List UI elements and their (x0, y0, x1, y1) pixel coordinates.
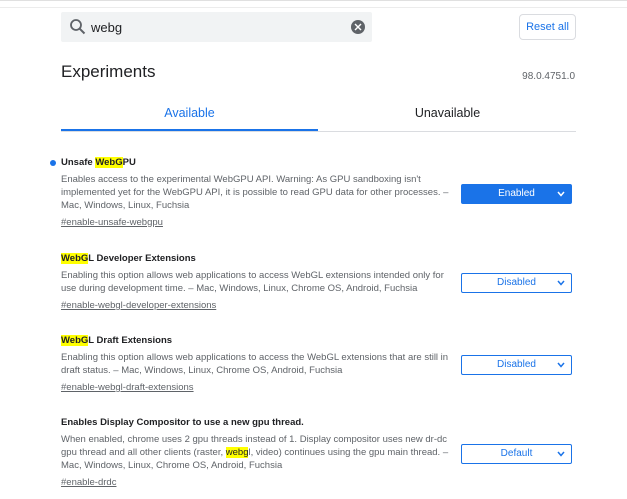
experiment-description: Enables access to the experimental WebGP… (61, 174, 449, 211)
experiment-unsafe-webgpu: Unsafe WebGPU Enables access to the expe… (61, 156, 576, 230)
experiment-permalink[interactable]: #enable-drdc (61, 476, 116, 489)
search-icon (70, 19, 86, 35)
experiment-description: When enabled, chrome uses 2 gpu threads … (61, 434, 449, 471)
flags-page: Reset all Experiments 98.0.4751.0 Availa… (0, 0, 627, 499)
experiment-enable-drdc: Enables Display Compositor to use a new … (61, 416, 576, 490)
tab-available[interactable]: Available (61, 98, 318, 131)
experiment-title: Unsafe WebGPU (61, 157, 136, 168)
experiment-description: Enabling this option allows web applicat… (61, 270, 444, 294)
experiment-state-select[interactable]: Default (461, 444, 572, 464)
search-highlight: webg (225, 447, 249, 458)
experiment-state-select[interactable]: Disabled (461, 355, 572, 375)
chevron-down-icon (557, 191, 565, 197)
search-highlight: WebG (95, 157, 123, 168)
search-box[interactable] (61, 12, 372, 42)
tab-bar: Available Unavailable (61, 98, 576, 132)
search-input[interactable] (91, 17, 341, 37)
search-highlight: WebG (61, 253, 89, 264)
experiment-permalink[interactable]: #enable-webgl-draft-extensions (61, 381, 194, 394)
modified-indicator-icon (50, 160, 56, 166)
experiment-state-select[interactable]: Disabled (461, 273, 572, 293)
experiment-permalink[interactable]: #enable-webgl-developer-extensions (61, 299, 216, 312)
chevron-down-icon (557, 280, 565, 286)
experiment-description: Enabling this option allows web applicat… (61, 352, 449, 376)
experiment-permalink[interactable]: #enable-unsafe-webgpu (61, 216, 163, 229)
page-title: Experiments (61, 62, 156, 81)
experiment-title: WebGL Developer Extensions (61, 253, 196, 264)
version-label: 98.0.4751.0 (522, 71, 575, 82)
experiment-webgl-draft-extensions: WebGL Draft Extensions Enabling this opt… (61, 334, 576, 395)
top-bar: Reset all (0, 0, 627, 54)
clear-search-button[interactable] (351, 20, 365, 34)
tab-unavailable[interactable]: Unavailable (319, 98, 576, 131)
reset-all-button[interactable]: Reset all (519, 14, 576, 40)
active-tab-indicator (61, 129, 318, 131)
experiment-state-select[interactable]: Enabled (461, 184, 572, 204)
experiment-webgl-developer-extensions: WebGL Developer Extensions Enabling this… (61, 252, 576, 313)
experiment-title: Enables Display Compositor to use a new … (61, 417, 304, 428)
clear-icon (354, 23, 362, 31)
search-highlight: WebG (61, 335, 89, 346)
chevron-down-icon (557, 451, 565, 457)
experiment-title: WebGL Draft Extensions (61, 335, 173, 346)
chevron-down-icon (557, 362, 565, 368)
